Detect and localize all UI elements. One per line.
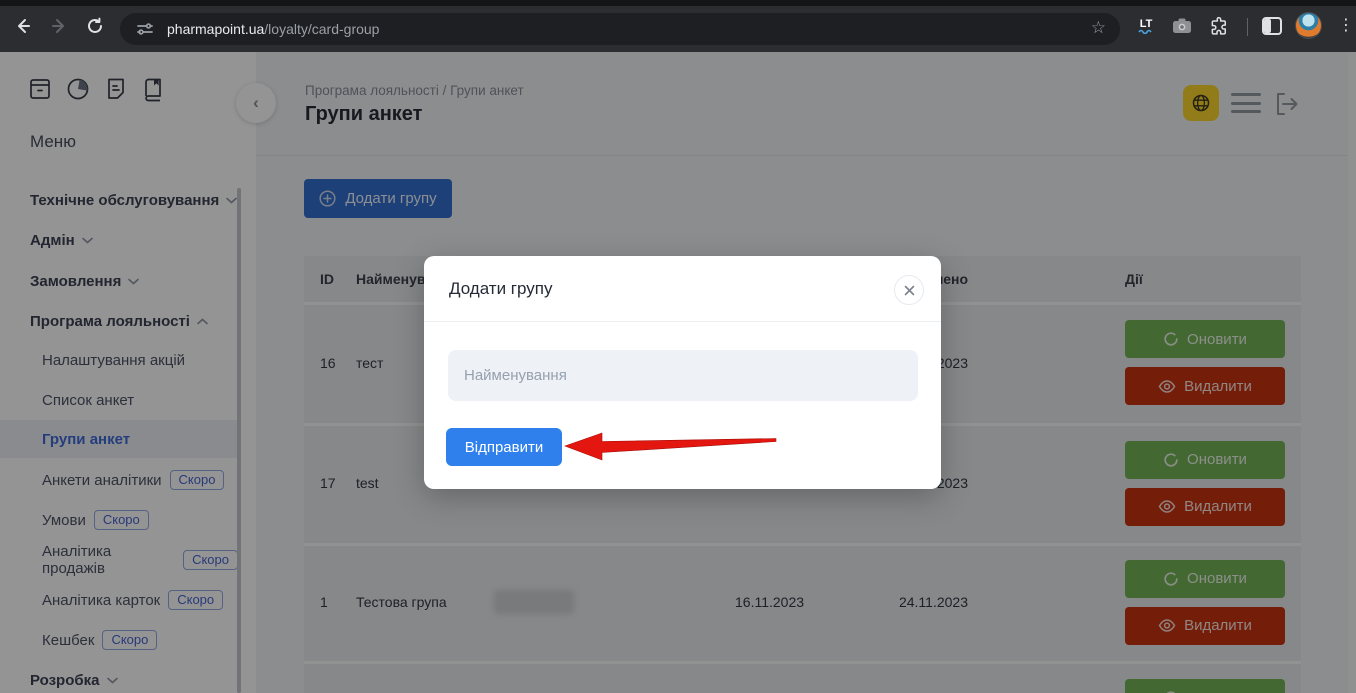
toolbar-separator xyxy=(1247,18,1248,36)
address-bar[interactable]: pharmapoint.ua/loyalty/card-group ☆ xyxy=(120,13,1120,45)
site-settings-icon[interactable] xyxy=(136,20,154,38)
window-top-strip xyxy=(0,0,1356,6)
bookmark-star-icon[interactable]: ☆ xyxy=(1091,18,1106,38)
modal-header: Додати групу xyxy=(424,256,941,322)
browser-toolbar: pharmapoint.ua/loyalty/card-group ☆ LT ⋮ xyxy=(0,0,1356,52)
back-icon[interactable] xyxy=(10,13,36,39)
side-panel-icon[interactable] xyxy=(1258,12,1286,40)
chrome-menu-icon[interactable]: ⋮ xyxy=(1338,15,1354,35)
url-host: pharmapoint.ua xyxy=(167,21,264,37)
url-text: pharmapoint.ua/loyalty/card-group xyxy=(167,21,379,37)
group-name-input[interactable] xyxy=(448,350,918,401)
submit-button[interactable]: Відправити xyxy=(446,428,562,466)
camera-extension-icon[interactable] xyxy=(1168,12,1196,40)
annotation-arrow xyxy=(560,425,782,470)
screen: pharmapoint.ua/loyalty/card-group ☆ LT ⋮ xyxy=(0,0,1356,693)
close-icon[interactable] xyxy=(894,275,924,305)
extensions-puzzle-icon[interactable] xyxy=(1205,12,1233,40)
profile-avatar[interactable] xyxy=(1295,12,1322,39)
languagetool-extension-icon[interactable]: LT xyxy=(1132,12,1160,40)
url-path: /loyalty/card-group xyxy=(264,21,379,37)
reload-icon[interactable] xyxy=(82,13,108,39)
forward-icon[interactable] xyxy=(46,13,72,39)
modal-title: Додати групу xyxy=(449,279,552,299)
